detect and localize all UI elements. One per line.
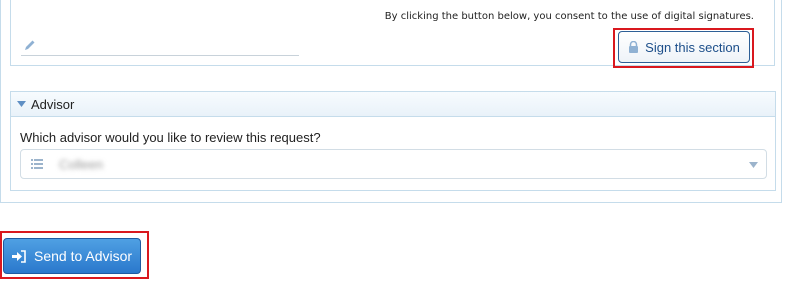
caret-down-icon — [17, 101, 26, 107]
send-button-label: Send to Advisor — [34, 248, 133, 264]
list-icon — [31, 159, 43, 169]
lock-icon — [629, 41, 639, 53]
advisor-question-label: Which advisor would you like to review t… — [20, 130, 321, 145]
send-to-advisor-button[interactable]: Send to Advisor — [3, 238, 141, 274]
advisor-section: Advisor Which advisor would you like to … — [10, 91, 776, 191]
advisor-section-title: Advisor — [31, 96, 75, 112]
pencil-icon — [25, 40, 35, 50]
sign-section-button[interactable]: Sign this section — [618, 31, 750, 63]
advisor-selected-value: Colleen — [59, 157, 104, 172]
sign-in-arrow-icon — [12, 249, 26, 263]
advisor-select[interactable]: Colleen — [20, 149, 767, 179]
sign-button-label: Sign this section — [645, 39, 740, 55]
chevron-down-icon — [749, 162, 758, 168]
signature-field[interactable] — [21, 37, 299, 56]
consent-text: By clicking the button below, you consen… — [384, 11, 754, 22]
advisor-section-header[interactable]: Advisor — [11, 92, 775, 117]
